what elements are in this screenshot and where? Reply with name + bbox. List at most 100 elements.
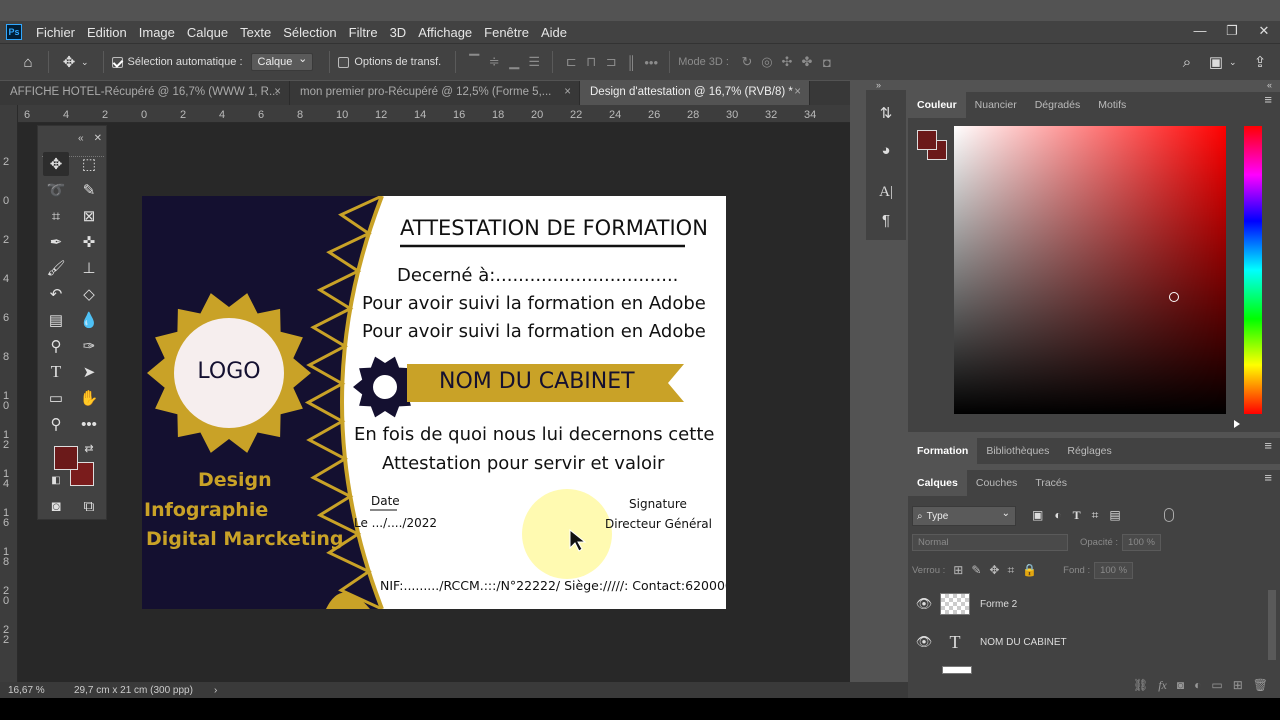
auto-select-checkbox[interactable] xyxy=(111,56,123,68)
marquee-tool-icon[interactable]: ⬚ xyxy=(76,152,102,176)
eraser-tool-icon[interactable]: ◇ xyxy=(76,282,102,306)
layer-select-dropdown[interactable]: Calque xyxy=(250,52,314,71)
zoom-tool-icon[interactable]: ⚲ xyxy=(43,412,69,436)
opacity-field[interactable]: 100 % xyxy=(1122,534,1161,551)
close-icon[interactable]: × xyxy=(794,86,801,98)
transform-checkbox[interactable] xyxy=(338,56,350,68)
move-tool-icon[interactable]: ✥ xyxy=(43,152,69,176)
status-menu-icon[interactable]: › xyxy=(214,685,217,696)
hue-slider-marker[interactable] xyxy=(1234,420,1240,428)
workspace-icon[interactable]: ▣ xyxy=(1204,53,1228,71)
horizontal-ruler[interactable]: 6 4 2 0 2 4 6 8 10 12 14 16 18 20 22 24 26 28 30 32 34 xyxy=(18,105,850,123)
delete-layer-icon[interactable]: 🗑 xyxy=(1253,678,1268,698)
close-window-icon[interactable]: ✕ xyxy=(1248,21,1280,43)
close-icon[interactable]: ✕ xyxy=(94,133,102,144)
align-center-icon[interactable]: ⊓ xyxy=(581,54,601,70)
panel-foreground-swatch[interactable] xyxy=(917,130,937,150)
add-mask-icon[interactable]: ◙ xyxy=(1177,678,1184,698)
layers-scrollbar[interactable] xyxy=(1268,590,1276,660)
pen-tool-icon[interactable]: ✑ xyxy=(76,334,102,358)
tab-design-attestation[interactable]: Design d'attestation @ 16,7% (RVB/8) * × xyxy=(580,81,810,105)
zoom-level[interactable]: 16,67 % xyxy=(8,685,66,696)
layer-name[interactable]: NOM DU CABINET xyxy=(980,637,1067,648)
type-tool-icon[interactable]: T xyxy=(43,360,69,384)
align-hcenter-icon[interactable]: ║ xyxy=(621,55,641,70)
tab-couches[interactable]: Couches xyxy=(967,470,1026,496)
tab-formation[interactable]: Formation xyxy=(908,438,978,464)
menu-3d[interactable]: 3D xyxy=(384,25,413,40)
quick-select-tool-icon[interactable]: ✎ xyxy=(76,178,102,202)
hue-slider[interactable] xyxy=(1244,126,1262,414)
tab-affiche-hotel[interactable]: AFFICHE HOTEL-Récupéré @ 16,7% (WWW 1, R… xyxy=(0,81,290,105)
default-colors-icon[interactable]: ◧ xyxy=(48,472,64,488)
move-tool-icon[interactable]: ✥ xyxy=(57,53,81,71)
visibility-eye-icon[interactable]: 👁 xyxy=(908,596,940,612)
fx-icon[interactable]: fx xyxy=(1158,678,1167,698)
blur-tool-icon[interactable]: 💧 xyxy=(76,308,102,332)
adjustments-icon[interactable]: ◕ xyxy=(876,142,896,162)
layer-row[interactable]: 👁 Forme 2 xyxy=(908,585,1280,623)
orbit-3d-icon[interactable]: ↻ xyxy=(737,54,757,70)
photoshop-logo-icon[interactable]: Ps xyxy=(6,24,22,40)
tab-bibliotheques[interactable]: Bibliothèques xyxy=(977,438,1058,464)
tab-degrades[interactable]: Dégradés xyxy=(1026,92,1090,118)
tab-reglages[interactable]: Réglages xyxy=(1058,438,1120,464)
history-brush-icon[interactable]: ↶ xyxy=(43,282,69,306)
gradient-tool-icon[interactable]: ▤ xyxy=(43,308,69,332)
align-distribute-icon[interactable]: ☰ xyxy=(524,54,544,70)
filter-adjust-icon[interactable]: ◐ xyxy=(1054,508,1061,523)
pan-3d-icon[interactable]: ✣ xyxy=(777,54,797,70)
properties-icon[interactable]: ⇅ xyxy=(876,104,896,124)
align-left-icon[interactable]: ⊏ xyxy=(561,54,581,70)
close-icon[interactable]: × xyxy=(564,86,571,98)
align-bottom-icon[interactable]: ▁ xyxy=(504,54,524,70)
path-select-icon[interactable]: ➤ xyxy=(76,360,102,384)
filter-pixel-icon[interactable]: ▣ xyxy=(1032,508,1043,523)
menu-fenetre[interactable]: Fenêtre xyxy=(478,25,535,40)
menu-affichage[interactable]: Affichage xyxy=(412,25,478,40)
align-right-icon[interactable]: ⊐ xyxy=(601,54,621,70)
panel-menu-icon[interactable]: ≡ xyxy=(1264,438,1272,453)
camera-3d-icon[interactable]: ◘ xyxy=(817,55,837,70)
foreground-color-swatch[interactable] xyxy=(54,446,78,470)
tab-couleur[interactable]: Couleur xyxy=(908,92,966,118)
expand-panels-icon[interactable]: » xyxy=(876,80,881,90)
layer-name[interactable]: Forme 2 xyxy=(980,599,1017,610)
visibility-eye-icon[interactable]: 👁 xyxy=(908,634,940,650)
layer-filter-dropdown[interactable]: ⌕ Type ⌄ xyxy=(912,506,1016,526)
rectangle-tool-icon[interactable]: ▭ xyxy=(43,386,69,410)
menu-calque[interactable]: Calque xyxy=(181,25,234,40)
menu-edition[interactable]: Edition xyxy=(81,25,133,40)
menu-image[interactable]: Image xyxy=(133,25,181,40)
crop-tool-icon[interactable]: ⌗ xyxy=(43,204,69,228)
roll-3d-icon[interactable]: ◎ xyxy=(757,54,777,70)
layer-row[interactable]: 👁 T NOM DU CABINET xyxy=(908,623,1280,661)
filter-shape-icon[interactable]: ⌗ xyxy=(1092,508,1099,523)
hand-tool-icon[interactable]: ✋ xyxy=(76,386,102,410)
quick-mask-icon[interactable]: ◙ xyxy=(43,494,69,518)
align-middle-icon[interactable]: ≑ xyxy=(484,54,504,70)
collapse-icon[interactable]: « xyxy=(78,133,84,144)
color-field[interactable] xyxy=(954,126,1226,414)
panel-menu-icon[interactable]: ≡ xyxy=(1264,92,1272,107)
chevron-down-icon[interactable]: ⌄ xyxy=(81,57,89,68)
share-icon[interactable]: ⇪ xyxy=(1248,53,1272,71)
stamp-tool-icon[interactable]: ⊥ xyxy=(76,256,102,280)
filter-smart-icon[interactable]: ▤ xyxy=(1109,508,1120,523)
collapse-panels-icon[interactable]: « xyxy=(1267,80,1272,90)
home-icon[interactable]: ⌂ xyxy=(16,54,40,71)
tab-nuancier[interactable]: Nuancier xyxy=(966,92,1026,118)
healing-tool-icon[interactable]: ✜ xyxy=(76,230,102,254)
new-layer-icon[interactable]: ⊞ xyxy=(1233,678,1243,698)
close-icon[interactable]: × xyxy=(274,86,281,98)
restore-icon[interactable]: ❐ xyxy=(1216,21,1248,43)
panel-menu-icon[interactable]: ≡ xyxy=(1264,470,1272,485)
search-icon[interactable]: ⌕ xyxy=(1175,54,1199,71)
adjustment-layer-icon[interactable]: ◐ xyxy=(1194,678,1201,698)
paragraph-icon[interactable]: ¶ xyxy=(876,212,896,232)
chevron-down-icon[interactable]: ⌄ xyxy=(1229,57,1237,68)
tab-mon-premier-pro[interactable]: mon premier pro-Récupéré @ 12,5% (Forme … xyxy=(290,81,580,105)
slide-3d-icon[interactable]: ✤ xyxy=(797,54,817,70)
menu-texte[interactable]: Texte xyxy=(234,25,277,40)
dodge-tool-icon[interactable]: ⚲ xyxy=(43,334,69,358)
